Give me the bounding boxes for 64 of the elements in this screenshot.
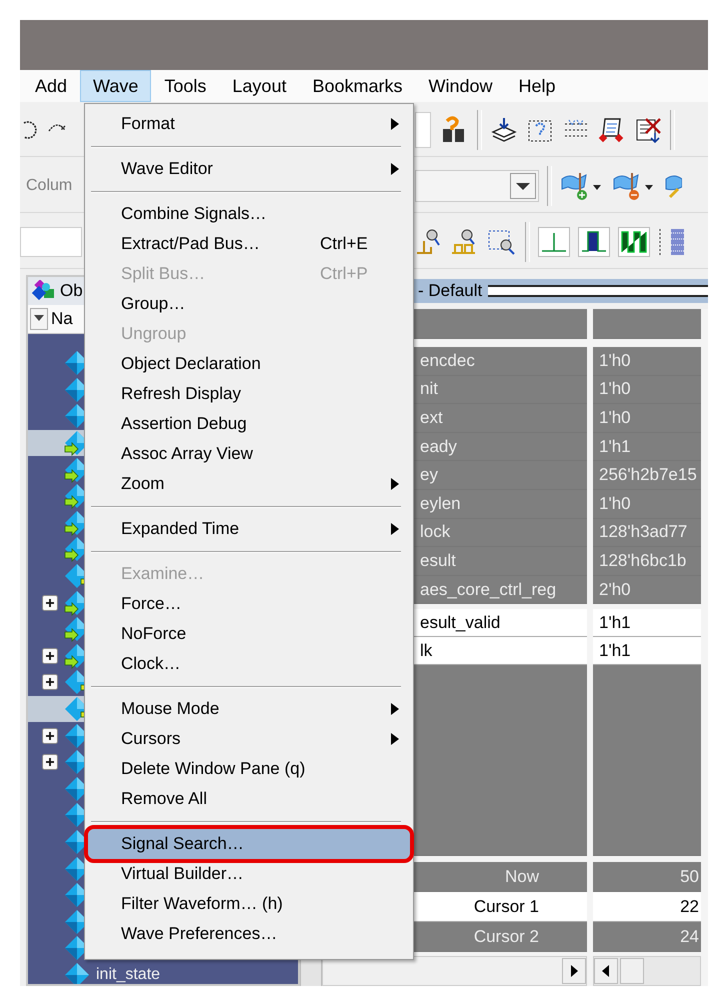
menu-item[interactable]: Mouse Mode (88, 694, 410, 724)
zoom-bracket-icon[interactable] (415, 227, 441, 257)
pane-title: - Default (418, 281, 482, 301)
menu-item[interactable]: Cursors (88, 724, 410, 754)
menu-bar-item[interactable]: Help (506, 70, 569, 102)
flag-remove-icon[interactable] (612, 171, 656, 201)
expand-icon[interactable] (42, 594, 58, 611)
sort-icon[interactable] (30, 308, 48, 330)
wave-pulse-icon[interactable] (538, 227, 570, 257)
dropdown-icon[interactable] (510, 173, 536, 199)
cursor-time-cell: 22 (593, 892, 701, 922)
cursor-time-cell: 50 (593, 862, 701, 892)
column-header[interactable]: Na (51, 309, 73, 329)
columns-label: Colum (25, 177, 72, 195)
menu-bar-item[interactable]: Layout (219, 70, 300, 102)
signal-value-cell: 128'h3ad77 (593, 518, 701, 548)
menu-bar-item[interactable]: Tools (151, 70, 220, 102)
menu-bar-item[interactable]: Add (22, 70, 80, 102)
expand-icon[interactable] (42, 728, 58, 744)
menu-item[interactable]: Remove All (88, 784, 410, 814)
signal-value-cell: 1'h0 (593, 490, 701, 519)
horizontal-scrollbar[interactable] (593, 956, 701, 986)
menu-item[interactable]: Format (88, 109, 410, 139)
stack-download-icon[interactable] (490, 116, 518, 144)
dotted-pattern-icon[interactable] (670, 227, 684, 257)
scroll-thumb[interactable] (620, 958, 644, 984)
expand-icon[interactable] (42, 754, 58, 770)
flag-add-icon[interactable] (560, 171, 604, 201)
menu-bar-item[interactable]: Wave (80, 70, 152, 102)
menu-item[interactable]: Wave Editor (88, 154, 410, 184)
delete-document-icon[interactable] (634, 116, 662, 144)
wave-clock-icon[interactable] (618, 227, 650, 257)
signal-value-cell: 1'h0 (593, 347, 701, 376)
menu-item[interactable]: Combine Signals… (88, 199, 410, 229)
signal-value-cell: 1'h1 (593, 609, 701, 638)
scroll-left-icon[interactable] (594, 958, 618, 984)
scroll-right-icon[interactable] (562, 958, 586, 984)
object-name: init_state (96, 966, 160, 984)
menu-item[interactable]: Extract/Pad Bus… Ctrl+E (88, 229, 410, 259)
signal-value-cell: 2'h0 (593, 576, 701, 604)
signal-value-cell: 128'h6bc1b (593, 547, 701, 576)
menu-bar-item[interactable]: Bookmarks (299, 70, 416, 102)
dotted-divider-icon (658, 227, 662, 257)
grip-lines[interactable] (488, 285, 708, 297)
text-field[interactable] (20, 227, 82, 257)
horizontal-scrollbar[interactable] (322, 956, 587, 986)
objects-icon (32, 280, 56, 302)
menu-item[interactable]: Signal Search… (88, 829, 410, 859)
expand-icon[interactable] (42, 674, 58, 690)
signal-value-cell: 1'h0 (593, 376, 701, 404)
menu-item[interactable]: Group… (88, 289, 410, 319)
signal-value-cell: 1'h1 (593, 432, 701, 462)
wave-high-icon[interactable] (578, 227, 610, 257)
cursor-time-cell: 24 (593, 922, 701, 952)
signal-value-cell: 256'h2b7e15 (593, 461, 701, 490)
cart-list-icon[interactable] (598, 116, 626, 144)
signal-value-cell: 1'h0 (593, 404, 701, 433)
signal-value-cell: 1'h1 (593, 637, 701, 666)
menu-item[interactable]: Delete Window Pane (q) (88, 754, 410, 784)
menu-bar-item[interactable]: Window (415, 70, 506, 102)
text-field[interactable] (415, 112, 431, 148)
object-row[interactable]: init_state (28, 962, 298, 984)
pane-title: Ob (60, 281, 83, 301)
expand-icon[interactable] (42, 648, 58, 664)
